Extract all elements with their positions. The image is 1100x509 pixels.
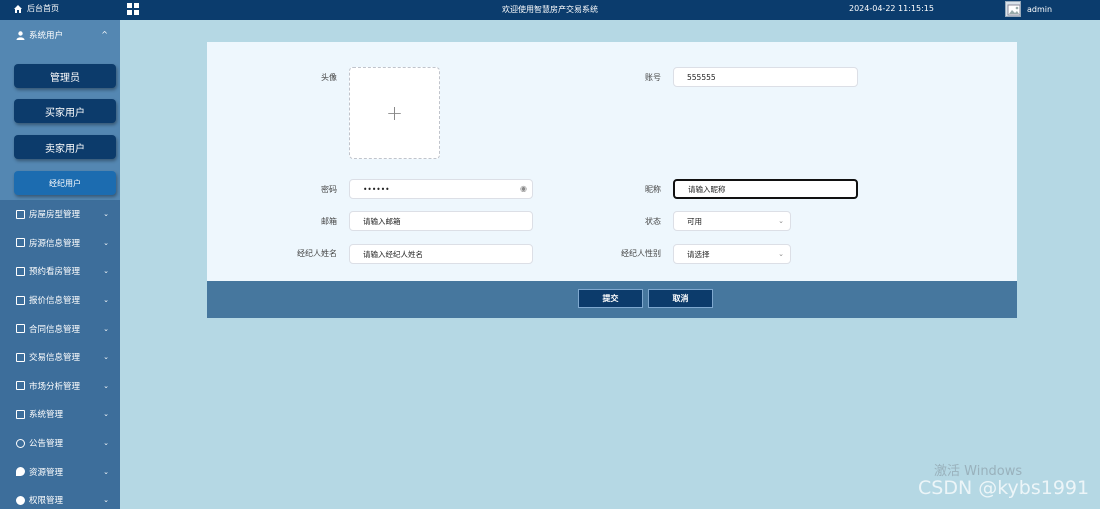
agent-name-input[interactable]: 请输入经纪人姓名 (349, 244, 533, 264)
sidebar-item-permission[interactable]: 权限管理 ⌄ (0, 486, 120, 509)
sidebar-item-notice[interactable]: 公告管理 ⌄ (0, 429, 120, 458)
location-icon (16, 467, 25, 477)
account-value: 555555 (687, 72, 716, 82)
chevron-down-icon: ⌄ (103, 410, 109, 419)
chevron-down-icon: ⌄ (103, 467, 109, 476)
external-link-icon (16, 381, 25, 391)
avatar-image-icon (1005, 1, 1021, 17)
sidebar-subitem-buyer[interactable]: 买家用户 (14, 99, 116, 123)
sidebar-item-market[interactable]: 市场分析管理 ⌄ (0, 372, 120, 401)
password-label: 密码 (321, 185, 337, 194)
agent-name-placeholder: 请输入经纪人姓名 (363, 249, 423, 259)
sidebar: 系统用户 ^ 管理员 买家用户 卖家用户 经纪用户 房屋房型管理 ⌄ 房源信息管理… (0, 20, 120, 509)
sidebar-item-label: 系统管理 (29, 410, 64, 421)
sidebar-item-label: 市场分析管理 (29, 381, 81, 392)
sidebar-group-header[interactable]: 系统用户 ^ (0, 20, 120, 50)
chevron-down-icon: ⌄ (103, 296, 109, 305)
chevron-down-icon: ⌄ (103, 439, 109, 448)
sidebar-item-label: 合同信息管理 (29, 324, 81, 335)
sidebar-group-system-users: 系统用户 ^ 管理员 买家用户 卖家用户 经纪用户 (0, 20, 120, 200)
sidebar-item-label: 报价信息管理 (29, 296, 81, 307)
chevron-down-icon: ⌄ (103, 324, 109, 333)
sidebar-item-transaction[interactable]: 交易信息管理 ⌄ (0, 343, 120, 372)
status-label: 状态 (645, 217, 661, 226)
user-menu[interactable]: admin (1005, 0, 1052, 18)
eye-icon[interactable]: ◉ (520, 184, 527, 193)
sidebar-item-label: 权限管理 (29, 496, 64, 507)
submit-button[interactable]: 提交 (578, 289, 643, 308)
nickname-input[interactable]: 请输入昵称 (673, 179, 858, 199)
sidebar-item-label: 房源信息管理 (29, 238, 81, 249)
datetime-display: 2024-04-22 11:15:15 (849, 4, 934, 13)
sidebar-item-label: 资源管理 (29, 467, 64, 478)
sidebar-item-house-type[interactable]: 房屋房型管理 ⌄ (0, 200, 120, 229)
email-input[interactable]: 请输入邮箱 (349, 211, 533, 231)
chevron-up-icon: ^ (101, 30, 108, 39)
account-input[interactable]: 555555 (673, 67, 858, 87)
nickname-placeholder: 请输入昵称 (688, 184, 726, 194)
chevron-down-icon: ⌄ (103, 210, 109, 219)
chevron-down-icon: ⌄ (103, 267, 109, 276)
sidebar-item-quote[interactable]: 报价信息管理 ⌄ (0, 286, 120, 315)
sidebar-subitem-admin[interactable]: 管理员 (14, 64, 116, 88)
app-title: 欢迎使用智慧房产交易系统 (502, 5, 598, 14)
external-link-icon (16, 295, 25, 305)
image-icon (16, 409, 25, 419)
status-value: 可用 (687, 216, 702, 226)
sidebar-item-label: 预约看房管理 (29, 267, 81, 278)
info-icon (16, 438, 25, 448)
csdn-watermark: CSDN @kybs1991 (918, 477, 1090, 499)
sidebar-item-resource[interactable]: 资源管理 ⌄ (0, 457, 120, 486)
sidebar-subitem-agent[interactable]: 经纪用户 (14, 171, 116, 195)
external-link-icon (16, 238, 25, 248)
external-link-icon (16, 352, 25, 362)
sidebar-item-contract[interactable]: 合同信息管理 ⌄ (0, 314, 120, 343)
password-value: •••••• (363, 184, 390, 194)
nickname-label: 昵称 (645, 185, 661, 194)
sidebar-item-label: 交易信息管理 (29, 353, 81, 364)
sidebar-item-listing[interactable]: 房源信息管理 ⌄ (0, 229, 120, 258)
agent-gender-select[interactable]: 请选择 ⌄ (673, 244, 791, 264)
external-link-icon (16, 324, 25, 334)
sidebar-item-label: 房屋房型管理 (29, 210, 81, 221)
chevron-down-icon: ⌄ (778, 217, 784, 225)
account-label: 账号 (645, 73, 661, 82)
agent-gender-placeholder: 请选择 (687, 249, 710, 259)
chevron-down-icon: ⌄ (103, 496, 109, 505)
email-label: 邮箱 (321, 217, 337, 226)
username: admin (1027, 4, 1053, 14)
avatar-upload[interactable]: + (349, 67, 440, 159)
user-icon (16, 30, 25, 40)
agent-gender-label: 经纪人性别 (621, 249, 661, 258)
chevron-down-icon: ⌄ (103, 353, 109, 362)
external-link-icon (16, 209, 25, 219)
email-placeholder: 请输入邮箱 (363, 216, 401, 226)
top-bar: 后台首页 欢迎使用智慧房产交易系统 2024-04-22 11:15:15 ad… (0, 0, 1100, 20)
password-input[interactable]: •••••• ◉ (349, 179, 533, 199)
sidebar-item-system[interactable]: 系统管理 ⌄ (0, 400, 120, 429)
sidebar-item-viewing[interactable]: 预约看房管理 ⌄ (0, 257, 120, 286)
cancel-button[interactable]: 取消 (648, 289, 713, 308)
sidebar-group-label: 系统用户 (29, 31, 64, 41)
chevron-down-icon: ⌄ (103, 381, 109, 390)
user-icon (16, 495, 25, 505)
external-link-icon (16, 266, 25, 276)
sidebar-item-label: 公告管理 (29, 439, 64, 450)
plus-icon: + (386, 101, 403, 125)
agent-name-label: 经纪人姓名 (297, 249, 337, 258)
status-select[interactable]: 可用 ⌄ (673, 211, 791, 231)
sidebar-subitem-seller[interactable]: 卖家用户 (14, 135, 116, 159)
chevron-down-icon: ⌄ (778, 250, 784, 258)
avatar-label: 头像 (321, 73, 337, 82)
chevron-down-icon: ⌄ (103, 238, 109, 247)
